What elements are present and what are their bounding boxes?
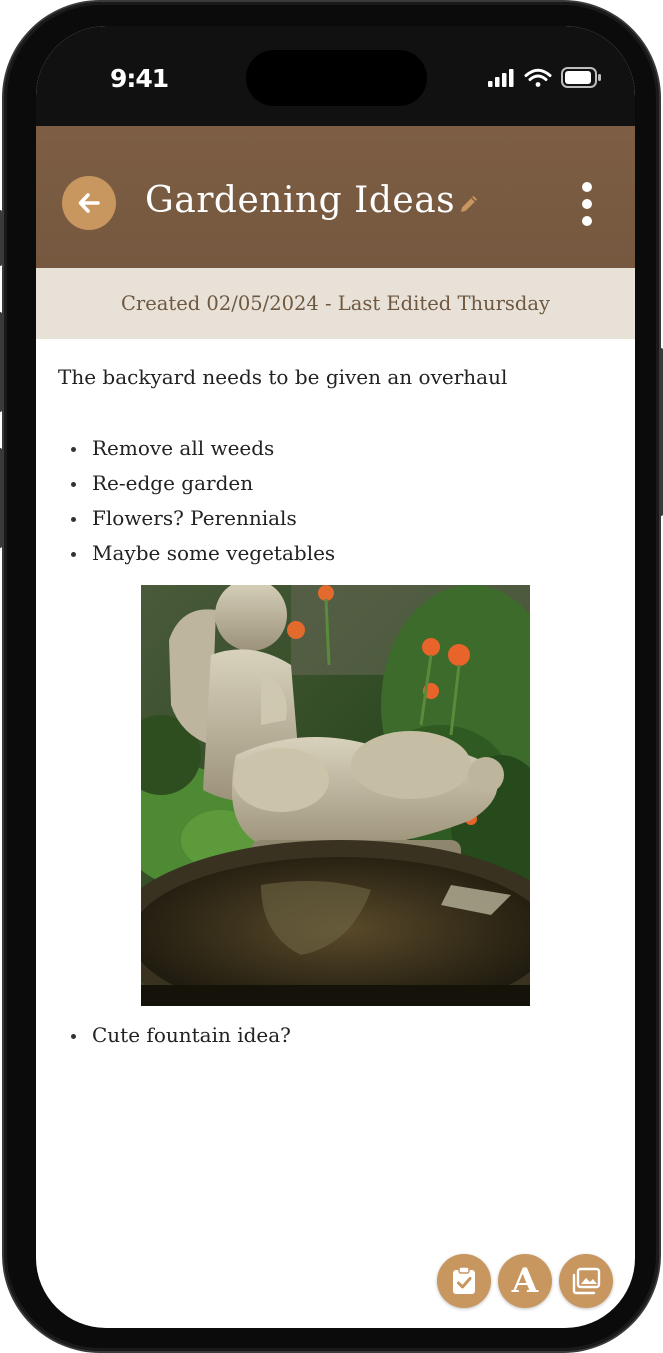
bullet-list-after-image: Cute fountain idea?	[58, 1020, 291, 1055]
cellular-signal-icon	[488, 69, 514, 87]
list-item: Flowers? Perennials	[58, 503, 335, 538]
bullet-icon	[71, 482, 76, 487]
clipboard-check-icon	[453, 1266, 475, 1294]
pencil-icon[interactable]	[457, 192, 481, 216]
battery-icon	[561, 67, 601, 88]
list-item: Re-edge garden	[58, 468, 335, 503]
side-button-left	[0, 448, 2, 548]
list-item-text: Maybe some vegetables	[92, 541, 336, 565]
image-gallery-button[interactable]	[559, 1254, 613, 1308]
list-item: Maybe some vegetables	[58, 538, 335, 573]
list-item: Cute fountain idea?	[58, 1020, 291, 1055]
bullet-icon	[71, 517, 76, 522]
list-item-text: Flowers? Perennials	[92, 506, 297, 530]
back-button[interactable]	[62, 176, 116, 230]
note-dates: Created 02/05/2024 - Last Edited Thursda…	[120, 292, 551, 315]
side-button-left	[0, 210, 2, 266]
image-gallery-icon	[572, 1267, 601, 1295]
screen: 9:41 Gardening Ideas Created 02/05/2024 …	[36, 26, 635, 1328]
status-time: 9:41	[110, 64, 169, 93]
dynamic-island	[246, 50, 427, 106]
more-vertical-icon[interactable]	[574, 182, 600, 226]
bullet-list: Remove all weeds Re-edge garden Flowers?…	[58, 433, 335, 573]
bullet-icon	[71, 552, 76, 557]
checklist-button[interactable]	[437, 1254, 491, 1308]
status-bar: 9:41	[36, 26, 635, 126]
bullet-icon	[71, 1034, 76, 1039]
side-button-left	[0, 312, 2, 412]
note-title[interactable]: Gardening Ideas	[145, 180, 455, 221]
list-item-text: Re-edge garden	[92, 471, 254, 495]
note-intro: The backyard needs to be given an overha…	[58, 365, 508, 389]
arrow-left-icon	[78, 193, 100, 213]
bullet-icon	[71, 447, 76, 452]
side-button-right	[659, 348, 663, 516]
list-item: Remove all weeds	[58, 433, 335, 468]
list-item-text: Cute fountain idea?	[92, 1023, 291, 1047]
garden-fountain-photo[interactable]	[141, 585, 530, 1006]
font-style-icon: A	[511, 1261, 539, 1301]
list-item-text: Remove all weeds	[92, 436, 275, 460]
phone-frame: 9:41 Gardening Ideas Created 02/05/2024 …	[0, 2, 663, 1351]
note-metadata: Created 02/05/2024 - Last Edited Thursda…	[36, 268, 635, 339]
fountain-illustration	[141, 585, 530, 1006]
app-header: Gardening Ideas	[36, 126, 635, 268]
font-style-button[interactable]: A	[498, 1254, 552, 1308]
wifi-icon	[524, 68, 552, 87]
status-icons	[488, 67, 601, 88]
